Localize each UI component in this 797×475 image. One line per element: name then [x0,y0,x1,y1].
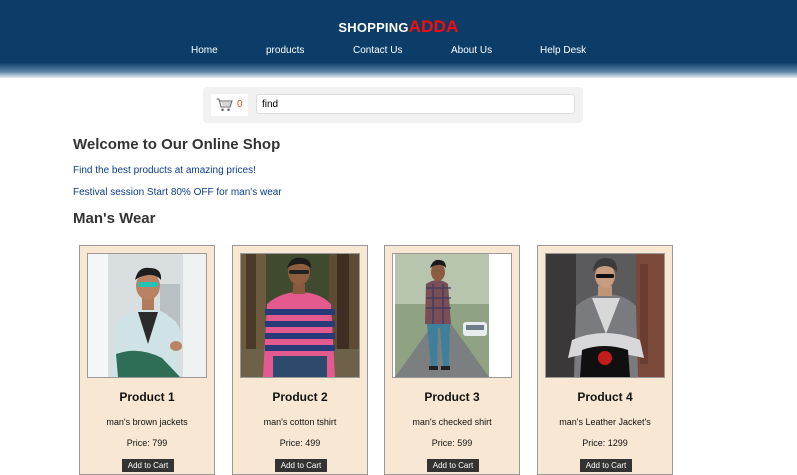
product-title: Product 1 [119,390,175,404]
product-card: Product 4 man's Leather Jacket's Price: … [537,245,673,475]
product-price: Price: 599 [431,438,473,448]
product-price: Price: 1299 [582,438,628,448]
welcome-line-1: Find the best products at amazing prices… [73,165,256,176]
product-description: man's Leather Jacket's [559,417,651,427]
nav-about-us[interactable]: About Us [451,45,492,56]
main-nav: Home products Contact Us About Us Help D… [0,45,797,59]
welcome-line-2: Festival session Start 80% OFF for man's… [73,187,282,198]
cart-count: 0 [237,99,243,110]
product-card: Product 1 man's brown jackets Price: 799… [79,245,215,475]
search-bar: 0 [203,87,583,123]
shopping-cart-icon [216,98,233,112]
site-header: SHOPPINGADDA Home products Contact Us Ab… [0,0,797,78]
product-description: man's cotton tshirt [263,417,337,427]
search-input[interactable] [256,94,575,114]
product-card: Product 3 man's checked shirt Price: 599… [384,245,520,475]
brand-accent: ADDA [408,17,459,36]
product-image[interactable] [392,253,512,378]
brand-logo[interactable]: SHOPPINGADDA [0,17,797,37]
product-description: man's checked shirt [412,417,492,427]
nav-help-desk[interactable]: Help Desk [540,45,586,56]
product-card: Product 2 man's cotton tshirt Price: 499… [232,245,368,475]
brand-prefix: SHOPPING [338,20,409,35]
add-to-cart-button[interactable]: Add to Cart [122,459,174,472]
add-to-cart-button[interactable]: Add to Cart [580,459,632,472]
product-image[interactable] [545,253,665,378]
section-title: Man's Wear [73,210,156,227]
product-price: Price: 499 [279,438,321,448]
product-image[interactable] [87,253,207,378]
product-title: Product 3 [424,390,480,404]
nav-products[interactable]: products [266,45,304,56]
product-description: man's brown jackets [106,417,188,427]
product-image[interactable] [240,253,360,378]
nav-home[interactable]: Home [191,45,218,56]
nav-contact-us[interactable]: Contact Us [353,45,402,56]
product-title: Product 4 [577,390,633,404]
add-to-cart-button[interactable]: Add to Cart [427,459,479,472]
cart-button[interactable]: 0 [211,94,248,116]
product-title: Product 2 [272,390,328,404]
add-to-cart-button[interactable]: Add to Cart [275,459,327,472]
welcome-title: Welcome to Our Online Shop [73,136,281,153]
product-price: Price: 799 [126,438,168,448]
